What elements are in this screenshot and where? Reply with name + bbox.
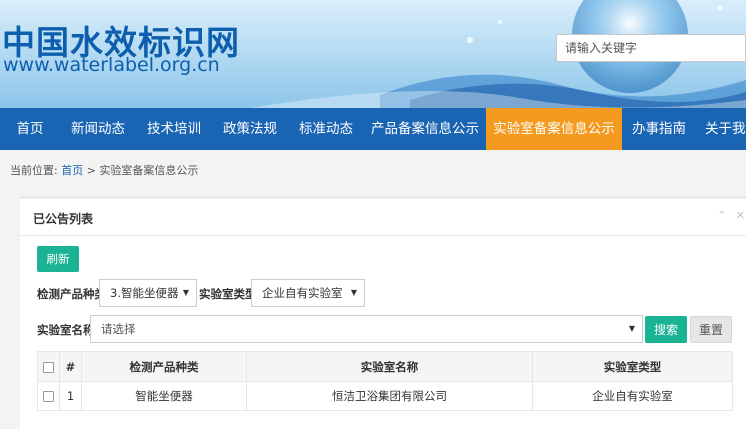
select-all-checkbox[interactable]: [43, 361, 54, 373]
category-label: 检测产品种类: [37, 287, 106, 301]
chevron-up-icon[interactable]: ⌃: [717, 209, 726, 222]
panel-title: 已公告列表: [33, 212, 94, 226]
nav-item-news[interactable]: 新闻动态: [60, 108, 136, 150]
lab-type-label: 实验室类型: [199, 287, 257, 301]
site-banner: 中国水效标识网 www.waterlabel.org.cn: [0, 0, 746, 108]
breadcrumb: 当前位置: 首页 > 实验室备案信息公示: [10, 162, 198, 178]
breadcrumb-prefix: 当前位置:: [10, 164, 58, 177]
nav-item-product-filing[interactable]: 产品备案信息公示: [364, 108, 486, 150]
category-select[interactable]: 3.智能坐便器 ▼: [99, 279, 197, 307]
search-button[interactable]: 搜索: [645, 316, 687, 343]
reset-button[interactable]: 重置: [690, 316, 732, 343]
breadcrumb-separator: >: [86, 164, 96, 177]
nav-item-about[interactable]: 关于我: [696, 108, 746, 150]
nav-item-guide[interactable]: 办事指南: [622, 108, 696, 150]
table-header-row: # 检测产品种类 实验室名称 实验室类型: [37, 351, 733, 382]
nav-item-home[interactable]: 首页: [0, 108, 60, 150]
row-category: 智能坐便器: [81, 381, 247, 411]
caret-down-icon: ▼: [182, 288, 189, 297]
lab-type-select[interactable]: 企业自有实验室 ▼: [251, 279, 365, 307]
select-all-cell: [37, 351, 60, 382]
lab-list-table: # 检测产品种类 实验室名称 实验室类型 1 智能坐便器 恒洁卫浴集团有限公司 …: [37, 351, 733, 411]
column-header-index: #: [59, 351, 82, 382]
lab-name-select[interactable]: 请选择 ▼: [90, 315, 643, 343]
nav-item-training[interactable]: 技术培训: [136, 108, 212, 150]
row-lab-type: 企业自有实验室: [532, 381, 733, 411]
column-header-lab-type[interactable]: 实验室类型: [532, 351, 733, 382]
lab-name-select-placeholder: 请选择: [101, 322, 136, 336]
caret-down-icon: ▼: [350, 288, 357, 297]
site-logo-url[interactable]: www.waterlabel.org.cn: [3, 54, 220, 76]
nav-item-policy[interactable]: 政策法规: [212, 108, 288, 150]
panel-header: 已公告列表 ⌃ ✕: [20, 199, 746, 236]
lab-type-select-value: 企业自有实验室: [262, 286, 343, 300]
row-checkbox[interactable]: [43, 391, 54, 402]
category-select-value: 3.智能坐便器: [110, 286, 179, 300]
breadcrumb-home-link[interactable]: 首页: [61, 164, 83, 177]
row-lab-name: 恒洁卫浴集团有限公司: [246, 381, 533, 411]
nav-item-lab-filing[interactable]: 实验室备案信息公示: [486, 108, 622, 150]
site-search-input[interactable]: [556, 34, 746, 62]
nav-item-standards[interactable]: 标准动态: [288, 108, 364, 150]
panel-tools: ⌃ ✕: [717, 209, 745, 222]
lab-name-label: 实验室名称: [37, 323, 95, 337]
row-index: 1: [59, 381, 82, 411]
column-header-lab-name[interactable]: 实验室名称: [246, 351, 533, 382]
row-select-cell: [37, 381, 60, 411]
close-icon[interactable]: ✕: [736, 209, 745, 222]
column-header-category[interactable]: 检测产品种类: [81, 351, 247, 382]
caret-down-icon: ▼: [628, 324, 635, 333]
main-nav: 首页 新闻动态 技术培训 政策法规 标准动态 产品备案信息公示 实验室备案信息公…: [0, 108, 746, 150]
table-row[interactable]: 1 智能坐便器 恒洁卫浴集团有限公司 企业自有实验室: [37, 381, 733, 411]
breadcrumb-current: 实验室备案信息公示: [99, 164, 199, 177]
refresh-button[interactable]: 刷新: [37, 246, 79, 272]
